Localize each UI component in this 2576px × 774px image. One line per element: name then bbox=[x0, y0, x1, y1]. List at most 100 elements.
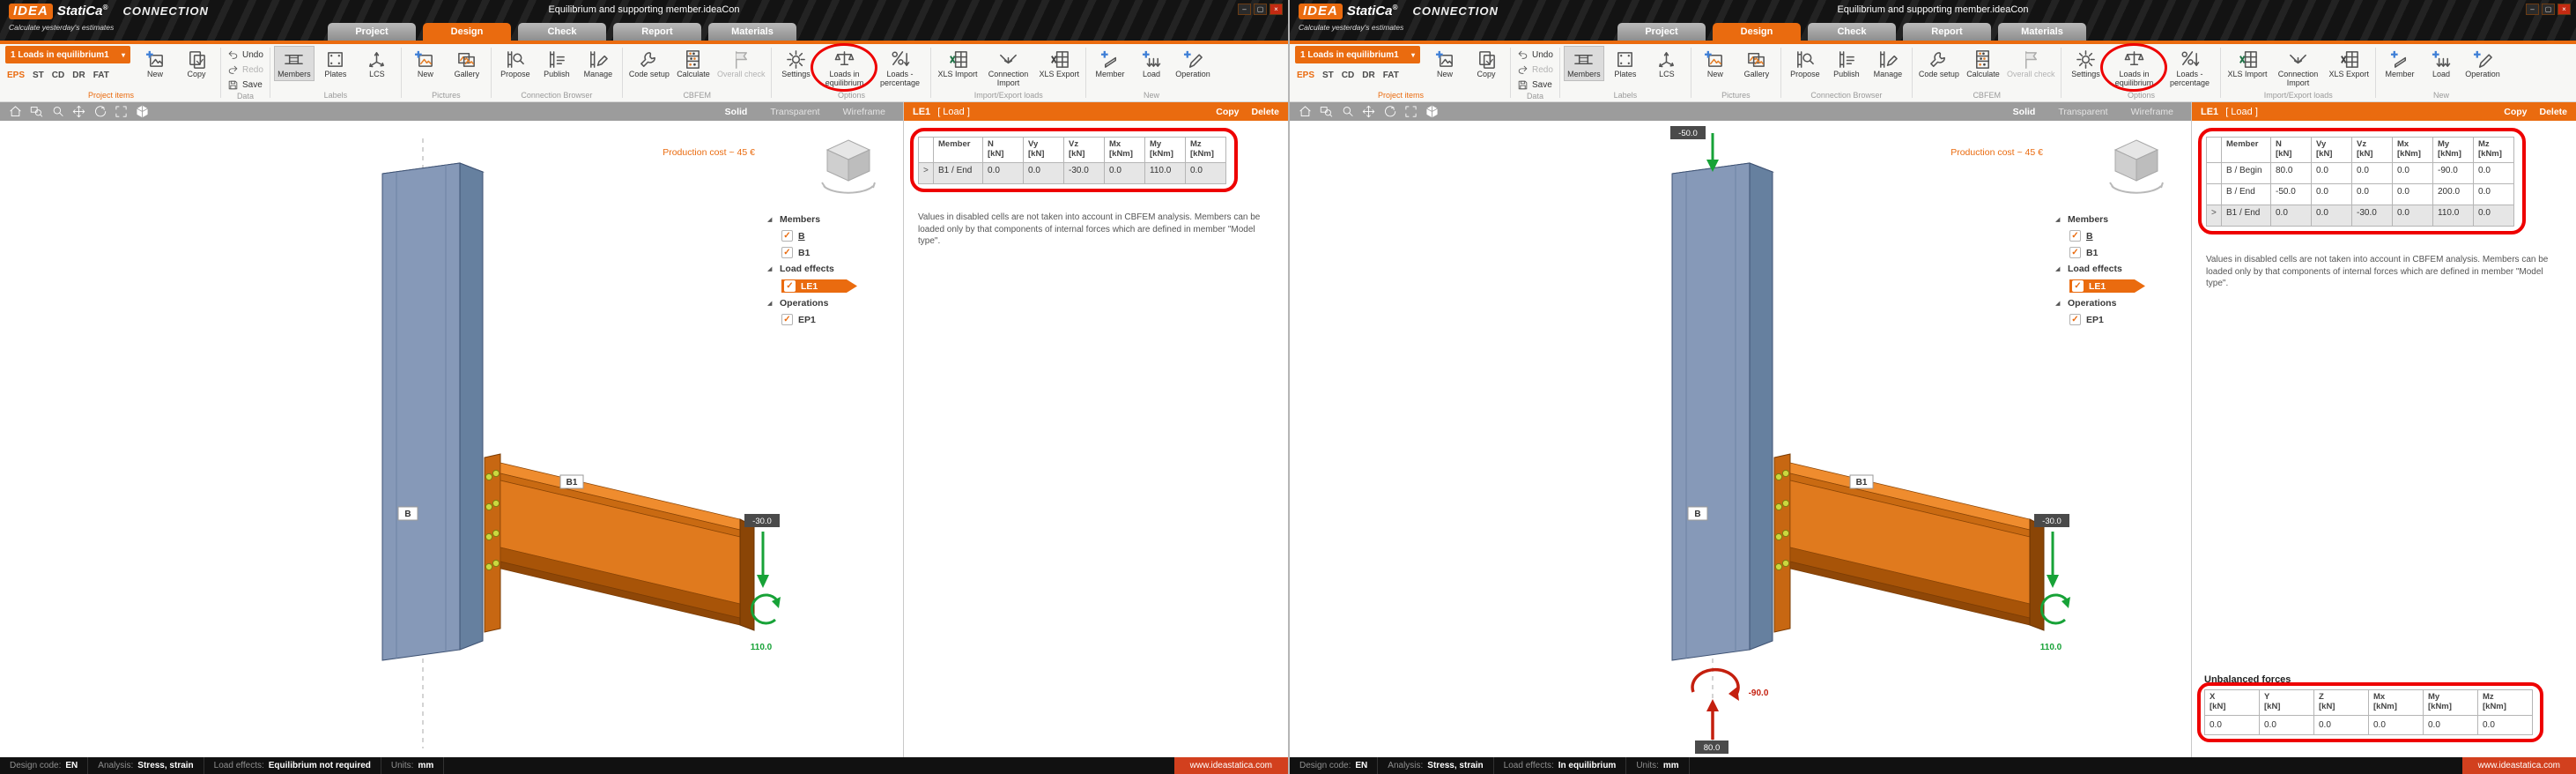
xls-export-button[interactable]: XLS Export bbox=[2327, 46, 2372, 81]
copy-load-button[interactable]: Copy bbox=[2504, 107, 2527, 117]
orbit-icon[interactable] bbox=[93, 105, 107, 118]
table-row[interactable]: > B / End-50.00.00.00.0200.00.0 bbox=[2206, 182, 2514, 205]
checkbox-checked-icon[interactable]: ✓ bbox=[2069, 247, 2081, 258]
expander-icon[interactable]: ◢ bbox=[2055, 265, 2062, 272]
propose-button[interactable]: Propose bbox=[495, 46, 536, 81]
view-mode-transparent[interactable]: Transparent bbox=[2058, 107, 2107, 117]
column-member[interactable] bbox=[1671, 162, 1774, 661]
expander-icon[interactable]: ◢ bbox=[2055, 300, 2062, 307]
mode-eps[interactable]: EPS bbox=[1297, 71, 1314, 80]
checkbox-checked-icon[interactable]: ✓ bbox=[784, 280, 796, 292]
beam-member[interactable] bbox=[484, 453, 755, 633]
checkbox-checked-icon[interactable]: ✓ bbox=[2072, 280, 2084, 292]
expander-icon[interactable]: ◢ bbox=[767, 265, 774, 272]
settings-button[interactable]: Settings bbox=[775, 46, 816, 81]
tree-item-ep1[interactable]: ✓ EP1 bbox=[2069, 314, 2177, 325]
tree-members-header[interactable]: ◢ Members bbox=[2055, 214, 2177, 225]
overall-check-button[interactable]: Overall check bbox=[714, 46, 768, 81]
manage-button[interactable]: Manage bbox=[578, 46, 618, 81]
mode-fat[interactable]: FAT bbox=[1383, 71, 1399, 80]
zoom-window-icon[interactable] bbox=[1320, 105, 1333, 118]
navigation-cube[interactable] bbox=[2105, 133, 2168, 198]
close-button[interactable]: × bbox=[1269, 4, 1283, 15]
calculate-button[interactable]: Calculate bbox=[673, 46, 714, 81]
view-mode-solid[interactable]: Solid bbox=[725, 107, 748, 117]
tree-item-b1[interactable]: ✓ B1 bbox=[2069, 247, 2177, 258]
checkbox-checked-icon[interactable]: ✓ bbox=[781, 247, 793, 258]
tree-item-b[interactable]: ✓ B bbox=[2069, 230, 2177, 242]
table-row[interactable]: > B / Begin80.00.00.00.0-90.00.0 bbox=[2206, 161, 2514, 184]
load-case-dropdown[interactable]: 1 Loads in equilibrium1 ▾ bbox=[5, 46, 130, 63]
publish-button[interactable]: Publish bbox=[537, 46, 577, 81]
tab-project[interactable]: Project bbox=[1617, 23, 1706, 41]
mode-eps[interactable]: EPS bbox=[7, 71, 25, 80]
zoom-icon[interactable] bbox=[1341, 105, 1354, 118]
redo-button[interactable]: Redo bbox=[225, 63, 266, 77]
expander-icon[interactable]: ◢ bbox=[767, 300, 774, 307]
tab-check[interactable]: Check bbox=[1808, 23, 1896, 41]
website-link[interactable]: www.ideastatica.com bbox=[1173, 757, 1288, 774]
view-mode-wireframe[interactable]: Wireframe bbox=[2131, 107, 2173, 117]
manage-button[interactable]: Manage bbox=[1868, 46, 1908, 81]
tab-report[interactable]: Report bbox=[1903, 23, 1991, 41]
loads-percentage-button[interactable]: Loads - percentage bbox=[872, 46, 927, 89]
mode-dr[interactable]: DR bbox=[1362, 71, 1374, 80]
save-button[interactable]: Save bbox=[225, 78, 266, 92]
undo-button[interactable]: Undo bbox=[225, 48, 266, 62]
tree-item-le1-selected[interactable]: ✓ LE1 bbox=[781, 279, 857, 293]
tree-item-b1[interactable]: ✓ B1 bbox=[781, 247, 889, 258]
new-load-button[interactable]: Load bbox=[1131, 46, 1172, 81]
pan-icon[interactable] bbox=[72, 105, 85, 118]
picture-gallery-button[interactable]: Gallery bbox=[1736, 46, 1777, 81]
column-member[interactable] bbox=[381, 162, 485, 661]
table-row[interactable]: > B1 / End 0.0 0.0 -30.0 0.0 110.0 0.0 bbox=[918, 161, 1226, 184]
tab-design[interactable]: Design bbox=[423, 23, 511, 41]
delete-load-button[interactable]: Delete bbox=[1251, 107, 1279, 117]
checkbox-checked-icon[interactable]: ✓ bbox=[781, 314, 793, 325]
orbit-icon[interactable] bbox=[1383, 105, 1396, 118]
new-member-button[interactable]: Member bbox=[1090, 46, 1130, 81]
new-operation-button[interactable]: Operation bbox=[1173, 46, 1213, 81]
labels-members-button[interactable]: Members bbox=[273, 46, 315, 81]
tree-operations-header[interactable]: ◢ Operations bbox=[767, 298, 889, 309]
checkbox-checked-icon[interactable]: ✓ bbox=[781, 230, 793, 242]
home-view-icon[interactable] bbox=[9, 105, 22, 118]
xls-export-button[interactable]: XLS Export bbox=[1037, 46, 1083, 81]
tree-members-header[interactable]: ◢ Members bbox=[767, 214, 889, 225]
picture-new-button[interactable]: New bbox=[405, 46, 446, 81]
zoom-extents-icon[interactable] bbox=[115, 105, 128, 118]
copy-item-button[interactable]: Copy bbox=[1466, 46, 1506, 81]
labels-plates-button[interactable]: Plates bbox=[315, 46, 356, 81]
tab-materials[interactable]: Materials bbox=[1998, 23, 2086, 41]
close-button[interactable]: × bbox=[2557, 4, 2571, 15]
tree-item-le1-selected[interactable]: ✓ LE1 bbox=[2069, 279, 2145, 293]
new-operation-button[interactable]: Operation bbox=[2462, 46, 2503, 81]
minimize-button[interactable]: – bbox=[1238, 4, 1251, 15]
load-case-dropdown[interactable]: 1 Loads in equilibrium1 ▾ bbox=[1295, 46, 1420, 63]
redo-button[interactable]: Redo bbox=[1514, 63, 1556, 77]
new-load-button[interactable]: Load bbox=[2421, 46, 2461, 81]
viewport-3d[interactable]: B B1 -30.0 bbox=[0, 121, 903, 757]
publish-button[interactable]: Publish bbox=[1826, 46, 1867, 81]
copy-load-button[interactable]: Copy bbox=[1216, 107, 1239, 117]
tree-load-effects-header[interactable]: ◢ Load effects bbox=[767, 264, 889, 274]
tree-item-ep1[interactable]: ✓ EP1 bbox=[781, 314, 889, 325]
mode-fat[interactable]: FAT bbox=[93, 71, 109, 80]
tree-operations-header[interactable]: ◢ Operations bbox=[2055, 298, 2177, 309]
tree-item-b[interactable]: ✓ B bbox=[781, 230, 889, 242]
view-mode-solid[interactable]: Solid bbox=[2013, 107, 2036, 117]
undo-button[interactable]: Undo bbox=[1514, 48, 1556, 62]
navigation-cube[interactable] bbox=[817, 133, 880, 198]
zoom-window-icon[interactable] bbox=[30, 105, 43, 118]
maximize-button[interactable]: ▢ bbox=[2542, 4, 2555, 15]
copy-item-button[interactable]: Copy bbox=[176, 46, 217, 81]
xls-import-button[interactable]: XLS Import bbox=[935, 46, 980, 81]
mode-st[interactable]: ST bbox=[1322, 71, 1334, 80]
tab-report[interactable]: Report bbox=[613, 23, 701, 41]
table-row[interactable]: > B1 / End 0.0 0.0 -30.0 0.0 110.0 0.0 bbox=[2206, 204, 2514, 227]
maximize-button[interactable]: ▢ bbox=[1254, 4, 1267, 15]
new-item-button[interactable]: New bbox=[1425, 46, 1465, 81]
new-item-button[interactable]: New bbox=[135, 46, 175, 81]
tab-check[interactable]: Check bbox=[518, 23, 606, 41]
beam-member[interactable] bbox=[1773, 453, 2045, 633]
